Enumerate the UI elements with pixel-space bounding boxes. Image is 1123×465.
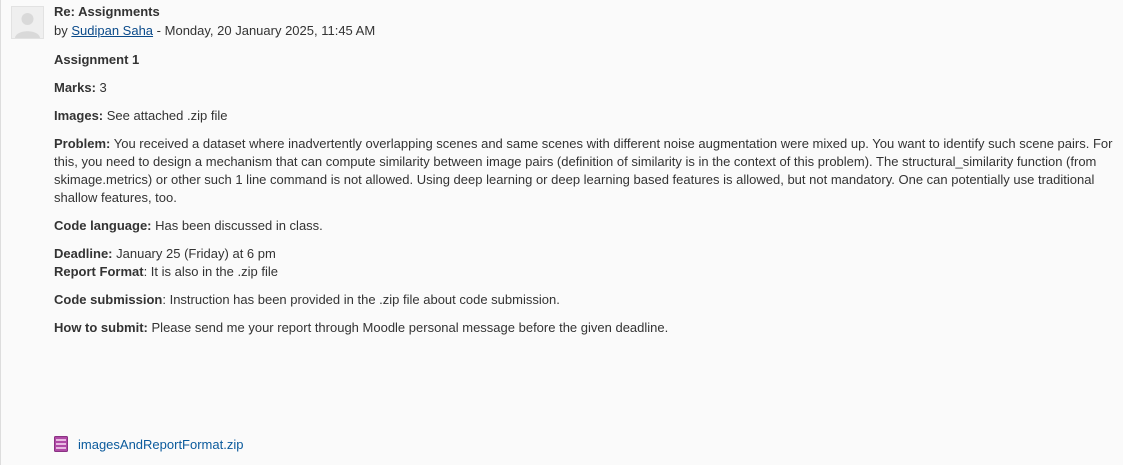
- attachment: imagesAndReportFormat.zip: [54, 436, 243, 452]
- how-to-submit-line: How to submit: Please send me your repor…: [54, 319, 1122, 337]
- problem-label: Problem:: [54, 136, 111, 151]
- post-byline: by Sudipan Saha - Monday, 20 January 202…: [54, 22, 1122, 39]
- images-label: Images:: [54, 108, 104, 123]
- attachment-link[interactable]: imagesAndReportFormat.zip: [78, 437, 243, 452]
- report-format-line: Report Format: It is also in the .zip fi…: [54, 263, 1122, 281]
- report-format-value: : It is also in the .zip file: [143, 264, 278, 279]
- forum-post: Re: Assignments by Sudipan Saha - Monday…: [0, 0, 1123, 465]
- post-body: Assignment 1 Marks: 3 Images: See attach…: [54, 51, 1122, 337]
- archive-file-icon: [54, 436, 68, 452]
- avatar[interactable]: [11, 6, 44, 39]
- code-submission-value: : Instruction has been provided in the .…: [162, 292, 560, 307]
- problem-paragraph: Problem: You received a dataset where in…: [54, 135, 1122, 207]
- assignment-title: Assignment 1: [54, 51, 1122, 69]
- author-link[interactable]: Sudipan Saha: [71, 23, 153, 38]
- code-submission-label: Code submission: [54, 292, 163, 307]
- how-to-submit-value: Please send me your report through Moodl…: [151, 320, 669, 335]
- code-language-label: Code language:: [54, 218, 152, 233]
- byline-prefix: by: [54, 23, 68, 38]
- report-format-label: Report Format: [54, 264, 144, 279]
- images-value: See attached .zip file: [106, 108, 228, 123]
- post-date: Monday, 20 January 2025, 11:45 AM: [164, 23, 376, 38]
- deadline-label: Deadline:: [54, 246, 113, 261]
- post-content: Re: Assignments by Sudipan Saha - Monday…: [54, 4, 1122, 347]
- problem-text: You received a dataset where inadvertent…: [54, 136, 1113, 205]
- code-submission-line: Code submission: Instruction has been pr…: [54, 291, 1122, 309]
- marks-line: Marks: 3: [54, 79, 1122, 97]
- user-placeholder-icon: [12, 7, 43, 38]
- marks-value: 3: [99, 80, 107, 95]
- deadline-line: Deadline: January 25 (Friday) at 6 pm: [54, 245, 1122, 263]
- images-line: Images: See attached .zip file: [54, 107, 1122, 125]
- code-language-line: Code language: Has been discussed in cla…: [54, 217, 1122, 235]
- how-to-submit-label: How to submit:: [54, 320, 148, 335]
- assignment-title-text: Assignment 1: [54, 52, 140, 67]
- post-subject: Re: Assignments: [54, 4, 160, 19]
- marks-label: Marks:: [54, 80, 96, 95]
- byline-separator: -: [156, 23, 162, 38]
- code-language-value: Has been discussed in class.: [155, 218, 323, 233]
- deadline-value: January 25 (Friday) at 6 pm: [116, 246, 276, 261]
